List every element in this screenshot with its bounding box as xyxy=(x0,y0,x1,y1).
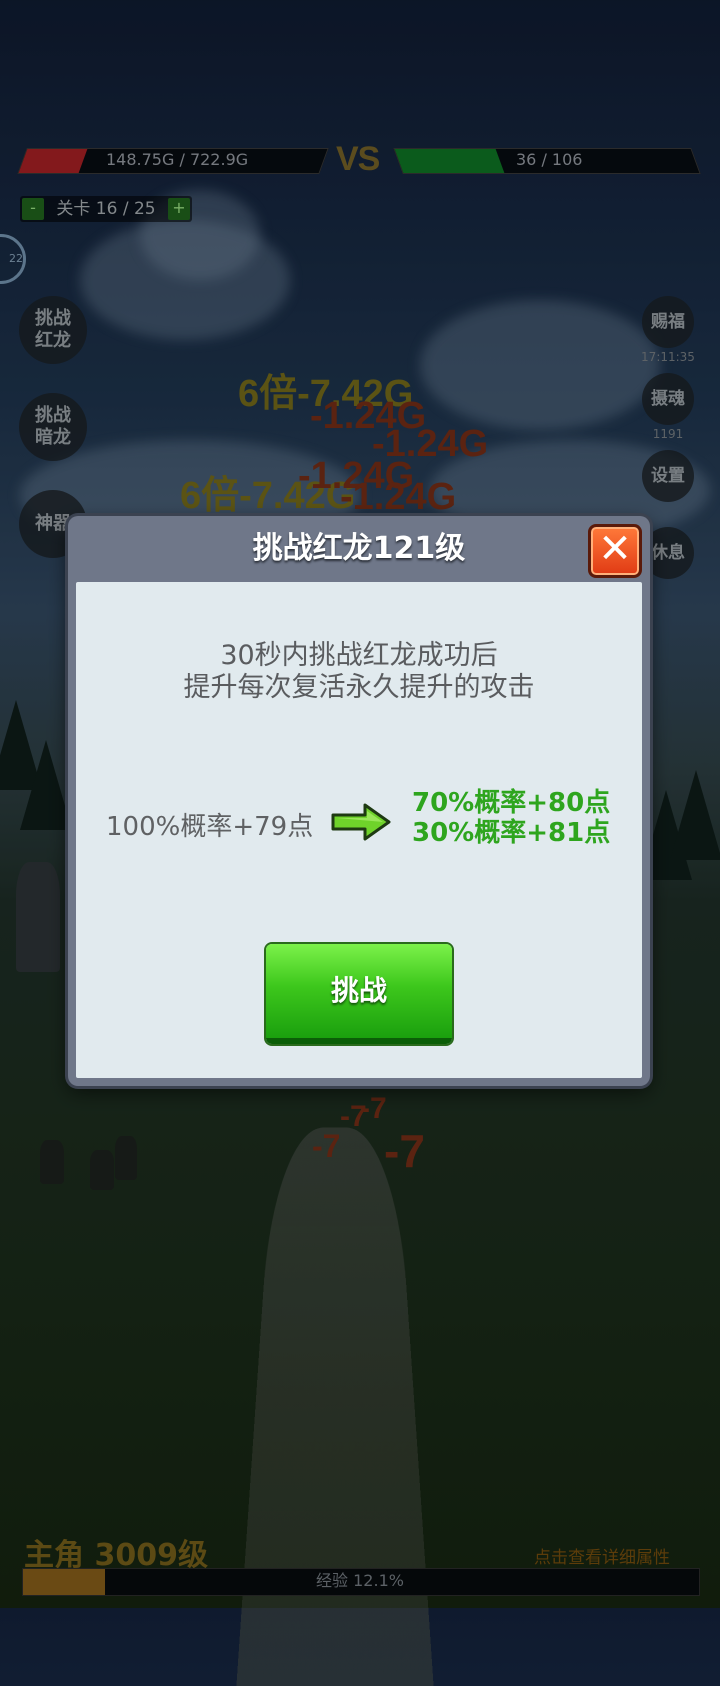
soul-button[interactable]: 摄魂 xyxy=(642,373,694,425)
player-hp-fill xyxy=(18,149,88,173)
tree xyxy=(20,740,72,830)
stump xyxy=(90,1150,114,1190)
current-bonus: 100%概率+79点 xyxy=(106,812,314,842)
gravestone xyxy=(16,862,60,972)
challenge-button[interactable]: 挑战 xyxy=(266,944,452,1044)
challenge-dialog: 挑战红龙121级 ✕ 30秒内挑战红龙成功后 提升每次复活永久提升的攻击 100… xyxy=(68,516,650,1086)
dirt-path xyxy=(236,1127,434,1686)
challenge-dark-dragon-button[interactable]: 挑战 暗龙 xyxy=(19,393,87,461)
arrow-right-icon xyxy=(331,803,391,841)
cloud xyxy=(420,300,660,430)
detail-attributes-link[interactable]: 点击查看详细属性 xyxy=(534,1543,670,1568)
next-bonus-line-2: 30%概率+81点 xyxy=(412,818,611,848)
damage-number: -7 xyxy=(384,1125,425,1177)
stage-label: 关卡 16 / 25 xyxy=(56,199,156,219)
next-bonus-line-1: 70%概率+80点 xyxy=(412,788,611,818)
soul-count: 1191 xyxy=(652,427,684,441)
dialog-title: 挑战红龙121级 xyxy=(252,531,466,566)
damage-number: -1.24G xyxy=(340,476,457,518)
stage-selector: - 关卡 16 / 25 + xyxy=(20,196,192,222)
timer-ring-text: 22 xyxy=(9,252,23,265)
exp-text: 经验 12.1% xyxy=(316,1571,404,1590)
desc-line-1: 30秒内挑战红龙成功后 xyxy=(220,640,498,671)
challenge-red-dragon-button[interactable]: 挑战 红龙 xyxy=(19,296,87,364)
tree xyxy=(670,770,720,860)
close-icon: ✕ xyxy=(598,526,632,572)
vs-label: VS xyxy=(336,140,380,178)
bless-timer: 17:11:35 xyxy=(641,350,695,364)
settings-button[interactable]: 设置 xyxy=(642,450,694,502)
player-hp-text: 148.75G / 722.9G xyxy=(106,150,249,169)
damage-number: -7 xyxy=(312,1128,341,1164)
desc-line-2: 提升每次复活永久提升的攻击 xyxy=(183,672,535,703)
stage-prev-button[interactable]: - xyxy=(22,198,44,220)
next-bonus: 70%概率+80点 30%概率+81点 xyxy=(412,788,610,848)
stump xyxy=(115,1136,137,1180)
dialog-body: 30秒内挑战红龙成功后 提升每次复活永久提升的攻击 100%概率+79点 70%… xyxy=(76,582,642,1078)
stage-next-button[interactable]: + xyxy=(168,198,190,220)
enemy-hp-text: 36 / 106 xyxy=(516,150,583,169)
stump xyxy=(40,1140,64,1184)
bless-button[interactable]: 赐福 xyxy=(642,296,694,348)
enemy-hp-fill xyxy=(394,149,504,173)
dialog-description: 30秒内挑战红龙成功后 提升每次复活永久提升的攻击 xyxy=(76,640,642,704)
close-button[interactable]: ✕ xyxy=(588,524,642,578)
damage-number: -7 xyxy=(340,1100,367,1133)
